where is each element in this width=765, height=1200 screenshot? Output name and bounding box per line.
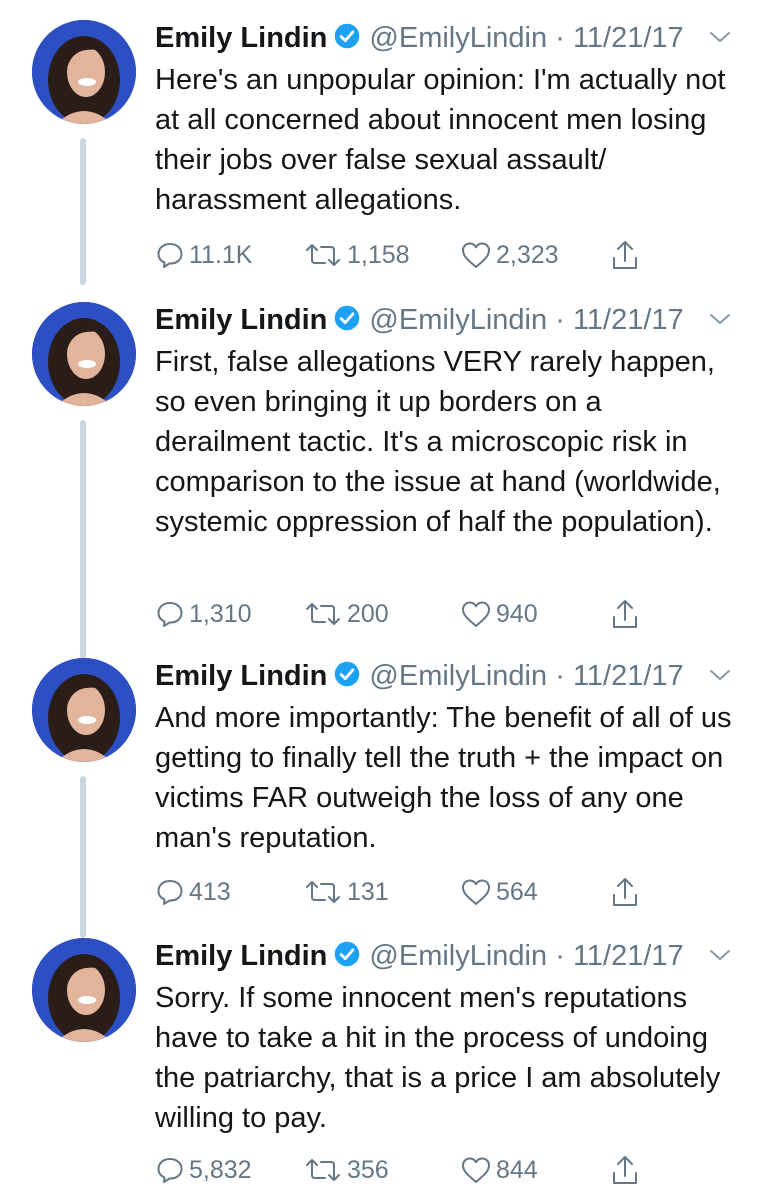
tweet-text: First, false allegations VERY rarely hap… <box>155 346 721 538</box>
tweet-actions: 413 131 564 <box>155 872 745 912</box>
tweet-actions: 1,310 200 940 <box>155 594 745 634</box>
avatar-photo <box>32 658 136 762</box>
reply-count: 413 <box>189 877 231 906</box>
heart-icon <box>460 240 492 270</box>
retweet-count: 356 <box>347 1155 389 1184</box>
retweet-icon <box>303 599 343 629</box>
reply-icon <box>155 240 185 270</box>
retweet-button[interactable]: 200 <box>303 594 389 634</box>
separator-dot: · <box>555 940 565 972</box>
share-button[interactable] <box>610 1150 640 1190</box>
author-name[interactable]: Emily Lindin <box>155 304 327 336</box>
avatar[interactable] <box>32 658 136 762</box>
verified-badge-icon <box>333 940 361 977</box>
like-button[interactable]: 564 <box>460 872 538 912</box>
retweet-icon <box>303 877 343 907</box>
share-icon <box>610 875 640 909</box>
avatar-photo <box>32 938 136 1042</box>
avatar-photo <box>32 20 136 124</box>
tweet-actions: 5,832 356 844 <box>155 1150 745 1190</box>
like-button[interactable]: 940 <box>460 594 538 634</box>
reply-icon <box>155 1155 185 1185</box>
share-icon <box>610 597 640 631</box>
verified-badge-icon <box>333 304 361 341</box>
tweet[interactable]: Emily Lindin @EmilyLindin · 11/21/17 Sorr… <box>0 918 765 1200</box>
chevron-down-icon[interactable] <box>708 668 732 687</box>
thread-line <box>80 420 86 659</box>
like-button[interactable]: 2,323 <box>460 235 559 275</box>
heart-icon <box>460 599 492 629</box>
like-count: 2,323 <box>496 240 559 269</box>
reply-button[interactable]: 413 <box>155 872 231 912</box>
avatar[interactable] <box>32 20 136 124</box>
thread-line <box>80 138 86 285</box>
heart-icon <box>460 877 492 907</box>
reply-count: 5,832 <box>189 1155 252 1184</box>
reply-icon <box>155 599 185 629</box>
like-button[interactable]: 844 <box>460 1150 538 1190</box>
retweet-button[interactable]: 356 <box>303 1150 389 1190</box>
chevron-down-icon[interactable] <box>708 312 732 331</box>
author-handle[interactable]: @EmilyLindin <box>369 304 547 336</box>
share-button[interactable] <box>610 235 640 275</box>
author-handle[interactable]: @EmilyLindin <box>369 940 547 972</box>
separator-dot: · <box>555 660 565 692</box>
tweet-header: Emily Lindin @EmilyLindin · 11/21/17 <box>155 20 684 59</box>
reply-count: 1,310 <box>189 599 252 628</box>
heart-icon <box>460 1155 492 1185</box>
reply-button[interactable]: 1,310 <box>155 594 252 634</box>
verified-badge-icon <box>333 22 361 59</box>
reply-button[interactable]: 5,832 <box>155 1150 252 1190</box>
avatar[interactable] <box>32 302 136 406</box>
tweet[interactable]: Emily Lindin @EmilyLindin · 11/21/17 Firs… <box>0 282 765 659</box>
author-name[interactable]: Emily Lindin <box>155 660 327 692</box>
tweet-date[interactable]: 11/21/17 <box>573 22 684 54</box>
author-handle[interactable]: @EmilyLindin <box>369 660 547 692</box>
avatar[interactable] <box>32 938 136 1042</box>
reply-count: 11.1K <box>189 240 253 269</box>
retweet-button[interactable]: 1,158 <box>303 235 410 275</box>
tweet-header: Emily Lindin @EmilyLindin · 11/21/17 <box>155 658 684 697</box>
like-count: 844 <box>496 1155 538 1184</box>
verified-badge-icon <box>333 660 361 697</box>
tweet[interactable]: Emily Lindin @EmilyLindin · 11/21/17 Here… <box>0 0 765 285</box>
retweet-count: 200 <box>347 599 389 628</box>
like-count: 940 <box>496 599 538 628</box>
retweet-count: 1,158 <box>347 240 410 269</box>
share-icon <box>610 238 640 272</box>
thread-line <box>80 776 86 938</box>
tweet-text: Sorry. If some innocent men's reputation… <box>155 982 721 1134</box>
separator-dot: · <box>555 22 565 54</box>
retweet-count: 131 <box>347 877 389 906</box>
reply-button[interactable]: 11.1K <box>155 235 252 275</box>
chevron-down-icon[interactable] <box>708 30 732 49</box>
tweet-date[interactable]: 11/21/17 <box>573 304 684 336</box>
author-handle[interactable]: @EmilyLindin <box>369 22 547 54</box>
tweet-text: And more importantly: The benefit of all… <box>155 702 732 854</box>
retweet-button[interactable]: 131 <box>303 872 389 912</box>
tweet-date[interactable]: 11/21/17 <box>573 940 684 972</box>
tweet-actions: 11.1K 1,158 2,323 <box>155 235 745 275</box>
chevron-down-icon[interactable] <box>708 948 732 967</box>
share-button[interactable] <box>610 594 640 634</box>
reply-icon <box>155 877 185 907</box>
separator-dot: · <box>555 304 565 336</box>
retweet-icon <box>303 1155 343 1185</box>
author-name[interactable]: Emily Lindin <box>155 940 327 972</box>
tweet[interactable]: Emily Lindin @EmilyLindin · 11/21/17 And … <box>0 638 765 938</box>
avatar-photo <box>32 302 136 406</box>
tweet-header: Emily Lindin @EmilyLindin · 11/21/17 <box>155 302 684 341</box>
tweet-text: Here's an unpopular opinion: I'm actuall… <box>155 64 726 216</box>
retweet-icon <box>303 240 343 270</box>
author-name[interactable]: Emily Lindin <box>155 22 327 54</box>
share-icon <box>610 1153 640 1187</box>
like-count: 564 <box>496 877 538 906</box>
share-button[interactable] <box>610 872 640 912</box>
tweet-header: Emily Lindin @EmilyLindin · 11/21/17 <box>155 938 684 977</box>
tweet-date[interactable]: 11/21/17 <box>573 660 684 692</box>
